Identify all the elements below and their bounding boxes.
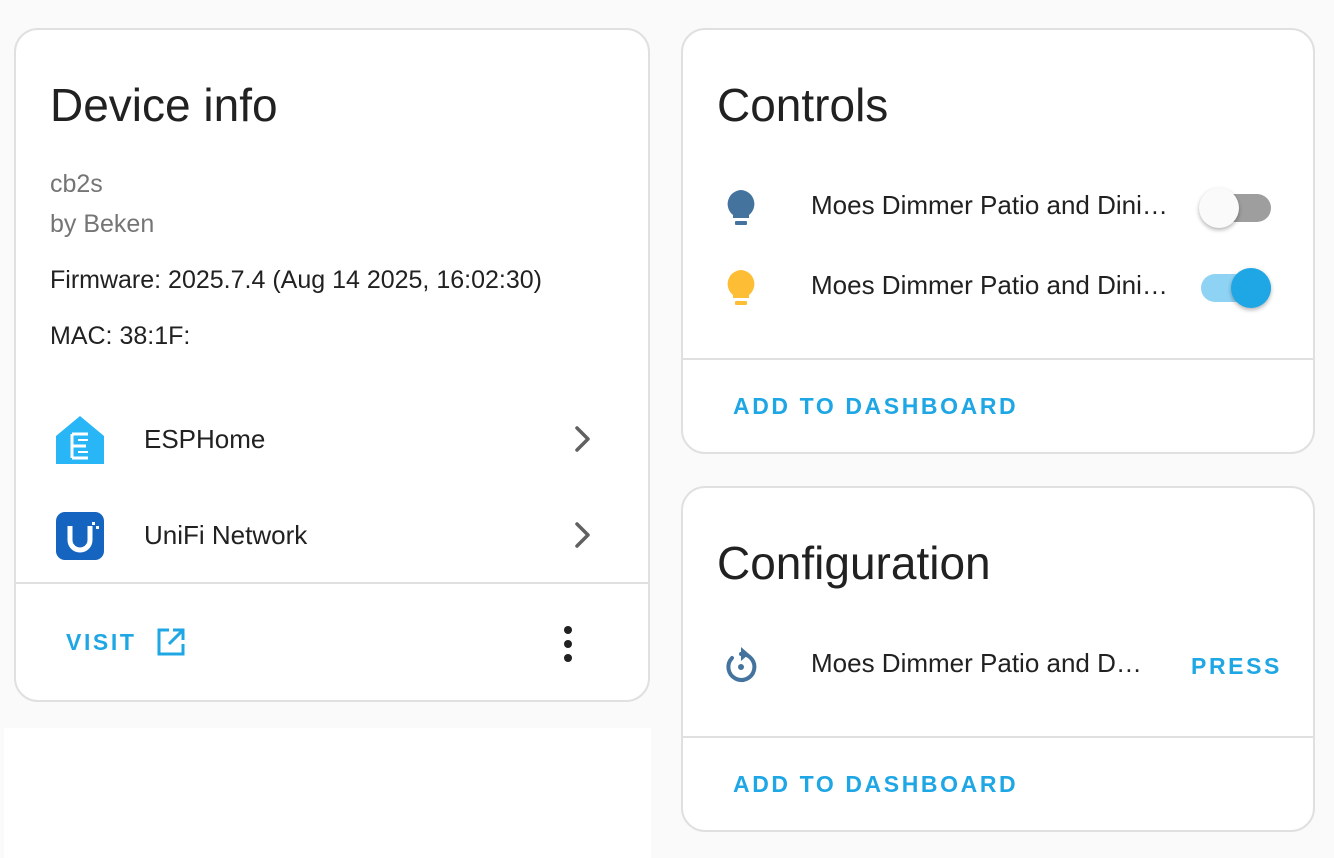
integration-esphome[interactable]: ESPHome (16, 396, 648, 482)
entity-name[interactable]: Moes Dimmer Patio and Dining Restart (811, 648, 1147, 679)
device-info-title: Device info (50, 79, 278, 131)
visit-button-label: VISIT (66, 628, 137, 655)
more-options-button[interactable] (548, 620, 588, 668)
add-to-dashboard-button[interactable]: ADD TO DASHBOARD (719, 384, 1032, 428)
entity-name[interactable]: Moes Dimmer Patio and Dining Light 1 (811, 190, 1171, 221)
visit-button[interactable]: VISIT (52, 620, 201, 664)
controls-title: Controls (717, 79, 889, 131)
open-in-new-icon (157, 628, 185, 656)
controls-card: Controls Moes Dimmer Patio and Dining Li… (681, 28, 1315, 454)
device-info-card: Device info cb2s by Beken Firmware: 2025… (14, 28, 650, 702)
integration-label: UniFi Network (144, 520, 308, 550)
light-toggle-switch[interactable] (1199, 188, 1275, 228)
chevron-right-icon (575, 426, 590, 452)
press-button[interactable]: PRESS (1177, 644, 1296, 688)
lightbulb-icon (727, 190, 755, 225)
configuration-title: Configuration (717, 537, 991, 589)
device-mac: MAC: 38:1F: (50, 322, 191, 350)
add-to-dashboard-label: ADD TO DASHBOARD (733, 392, 1019, 419)
device-model: cb2s (50, 170, 103, 198)
chevron-right-icon (575, 522, 590, 548)
divider (16, 582, 648, 584)
configuration-card: Configuration Moes Dimmer Patio and Dini… (681, 486, 1315, 832)
entity-name[interactable]: Moes Dimmer Patio and Dining Light 2 (811, 270, 1171, 301)
entity-row-light-2[interactable]: Moes Dimmer Patio and Dining Light 2 (683, 248, 1313, 328)
lightbulb-icon (727, 270, 755, 305)
integration-label: ESPHome (144, 424, 266, 454)
add-to-dashboard-button[interactable]: ADD TO DASHBOARD (719, 762, 1032, 806)
restart-icon (726, 647, 757, 682)
entity-row-light-1[interactable]: Moes Dimmer Patio and Dining Light 1 (683, 168, 1313, 248)
divider (683, 736, 1313, 738)
blank-panel (4, 728, 651, 858)
device-manufacturer: by Beken (50, 210, 155, 238)
add-to-dashboard-label: ADD TO DASHBOARD (733, 770, 1019, 797)
esphome-icon (56, 416, 104, 464)
dots-vertical-icon (564, 626, 572, 662)
toggle-thumb (1231, 268, 1271, 308)
device-firmware: Firmware: 2025.7.4 (Aug 14 2025, 16:02:3… (50, 266, 542, 294)
integration-unifi[interactable]: UniFi Network (16, 492, 648, 578)
press-button-label: PRESS (1191, 652, 1282, 679)
light-toggle-switch[interactable] (1199, 268, 1275, 308)
entity-row-restart[interactable]: Moes Dimmer Patio and Dining Restart PRE… (683, 626, 1313, 706)
divider (683, 358, 1313, 360)
toggle-thumb (1199, 188, 1239, 228)
unifi-icon (56, 512, 104, 560)
